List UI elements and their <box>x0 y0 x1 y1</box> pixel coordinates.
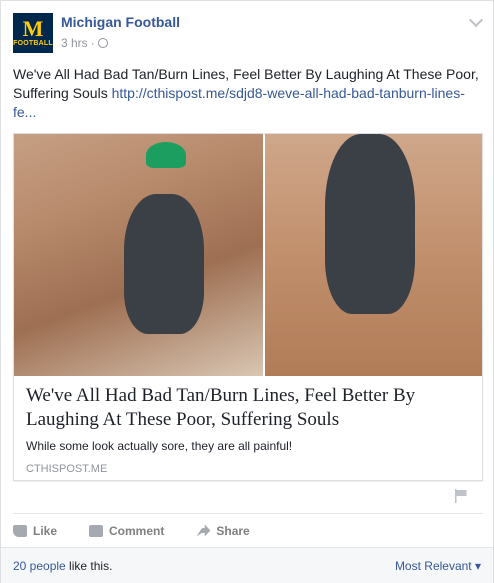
facebook-post: M FOOTBALL Michigan Football 3 hrs · We'… <box>0 0 494 583</box>
page-name-link[interactable]: Michigan Football <box>61 14 180 30</box>
share-label: Share <box>216 523 250 538</box>
post-meta: 3 hrs · <box>61 36 108 50</box>
thumbs-up-icon <box>13 524 27 537</box>
post-message: We've All Had Bad Tan/Burn Lines, Feel B… <box>13 65 479 122</box>
card-body: We've All Had Bad Tan/Burn Lines, Feel B… <box>26 384 472 475</box>
action-bar: Like Comment Share <box>13 513 483 547</box>
link-preview-card[interactable]: We've All Had Bad Tan/Burn Lines, Feel B… <box>13 133 483 481</box>
likes-suffix: like this. <box>65 559 113 573</box>
like-label: Like <box>33 523 58 538</box>
swim-cap <box>146 142 186 168</box>
comment-sort-dropdown[interactable]: Most Relevant ▾ <box>395 559 481 573</box>
card-domain: CTHISPOST.ME <box>26 463 108 475</box>
card-description: While some look actually sore, they are … <box>26 439 293 453</box>
share-button[interactable]: Share <box>196 523 250 538</box>
reactions-footer: 20 people like this. Most Relevant ▾ <box>1 547 493 583</box>
swimmer-photo-right <box>265 134 482 376</box>
avatar-text: FOOTBALL <box>13 39 53 47</box>
chevron-down-icon[interactable] <box>468 12 484 28</box>
swimmer-photo-left <box>14 134 263 376</box>
swimsuit-shape <box>124 194 204 334</box>
comment-label: Comment <box>109 523 165 538</box>
post-time[interactable]: 3 hrs <box>61 36 88 50</box>
avatar-letter: M <box>22 15 44 41</box>
comment-button[interactable]: Comment <box>89 524 164 538</box>
globe-icon <box>97 38 108 48</box>
page-avatar[interactable]: M FOOTBALL <box>13 13 53 53</box>
swimsuit-shape <box>325 134 415 314</box>
link-preview-image[interactable] <box>14 134 482 376</box>
flag-icon[interactable] <box>455 489 467 503</box>
card-title[interactable]: We've All Had Bad Tan/Burn Lines, Feel B… <box>26 384 472 432</box>
likes-count-link[interactable]: 20 people <box>13 559 66 573</box>
meta-separator: · <box>90 36 95 50</box>
comment-icon <box>89 524 104 537</box>
like-button[interactable]: Like <box>13 524 57 538</box>
likes-summary: 20 people like this. <box>13 559 112 573</box>
share-icon <box>196 524 211 537</box>
